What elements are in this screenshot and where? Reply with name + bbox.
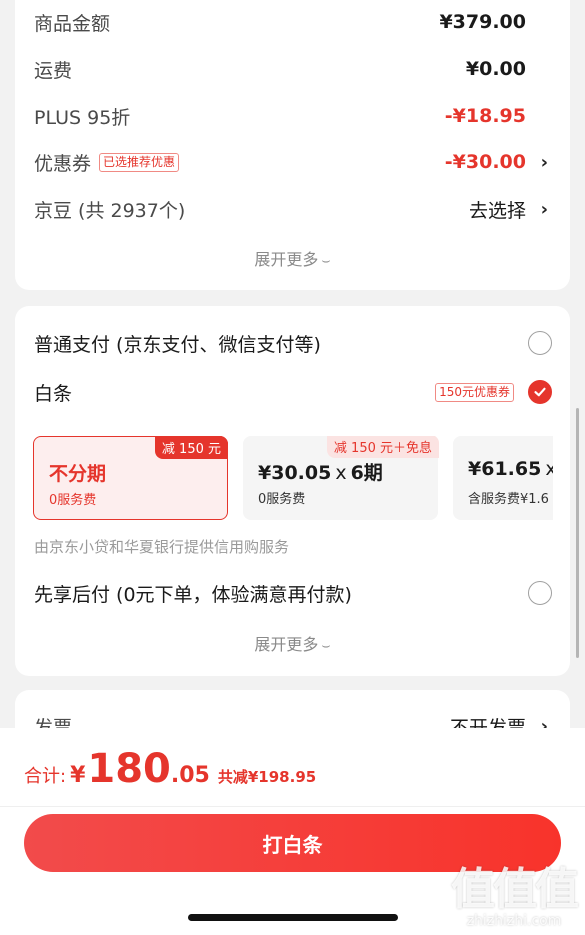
- plan-discount-flag: 减 150 元: [154, 436, 228, 459]
- price-row-jingdou[interactable]: 京豆 (共 2937个) 去选择 ›: [34, 193, 548, 225]
- total-saved: 共减¥198.95: [217, 768, 317, 786]
- scrollbar[interactable]: [576, 408, 579, 658]
- payment-option-pay-later[interactable]: 先享后付 (0元下单，体验满意再付款): [34, 576, 552, 610]
- plan-title: ¥61.65 x: [468, 458, 553, 480]
- plan-12-installments[interactable]: ¥61.65 x 含服务费¥1.6: [453, 436, 553, 520]
- checkout-footer: 合计: ¥ 180 .05 共减¥198.95 打白条 值值值 zhizhizh…: [0, 728, 585, 935]
- plan-discount-flag: 减 150 元＋免息: [326, 436, 439, 458]
- pay-later-label: 先享后付 (0元下单，体验满意再付款): [34, 583, 352, 606]
- shipping-label: 运费: [34, 59, 73, 82]
- baitiao-label: 白条: [34, 382, 73, 405]
- payment-option-normal[interactable]: 普通支付 (京东支付、微信支付等): [34, 326, 552, 360]
- jingdou-label: 京豆 (共 2937个): [34, 199, 186, 222]
- jingdou-select-text: 去选择: [468, 199, 526, 222]
- price-row-shipping: 运费 ¥0.00 ›: [34, 53, 548, 85]
- order-total: 合计: ¥ 180 .05 共减¥198.95: [24, 746, 316, 792]
- total-label: 合计:: [24, 766, 67, 787]
- price-row-coupon[interactable]: 优惠券 已选推荐优惠 -¥30.00 ›: [34, 146, 548, 178]
- total-amount-decimal: .05: [170, 763, 210, 788]
- goods-amount-label: 商品金额: [34, 12, 111, 35]
- plan-fee: 0服务费: [49, 493, 97, 508]
- plus-discount-value: -¥18.95: [444, 105, 526, 127]
- chevron-down-icon: ⌣: [321, 638, 331, 654]
- home-indicator[interactable]: [188, 914, 398, 921]
- goods-amount-value: ¥379.00: [439, 11, 526, 33]
- plan-no-installment[interactable]: 减 150 元 不分期 0服务费: [33, 436, 228, 520]
- coupon-label: 优惠券: [34, 152, 92, 175]
- price-row-plus-discount: PLUS 95折 -¥18.95 ›: [34, 100, 548, 132]
- radio-baitiao-checked[interactable]: [528, 380, 552, 404]
- baitiao-coupon-badge: 150元优惠券: [435, 382, 514, 402]
- plan-title: ¥30.05 x 6期: [258, 462, 383, 484]
- price-summary-card: 商品金额 ¥379.00 › 运费 ¥0.00 › PLUS 95折 -¥18.…: [15, 0, 570, 290]
- price-row-goods: 商品金额 ¥379.00 ›: [34, 6, 548, 38]
- plan-fee: 含服务费¥1.6: [468, 492, 549, 507]
- total-amount-integer: 180: [87, 746, 171, 792]
- radio-pay-later[interactable]: [528, 581, 552, 605]
- chevron-down-icon: ⌣: [321, 253, 331, 269]
- check-icon: [534, 387, 546, 397]
- radio-normal-payment[interactable]: [528, 331, 552, 355]
- divider: [0, 806, 585, 807]
- installment-plans: 减 150 元 不分期 0服务费 减 150 元＋免息 ¥30.05 x 6期 0服…: [33, 436, 553, 520]
- expand-more-price[interactable]: 展开更多 ⌣: [15, 246, 570, 270]
- shipping-value: ¥0.00: [465, 58, 526, 80]
- plan-6-installments[interactable]: 减 150 元＋免息 ¥30.05 x 6期 0服务费: [243, 436, 439, 520]
- credit-provider-note: 由京东小贷和华夏银行提供信用购服务: [34, 538, 290, 556]
- payment-option-baitiao[interactable]: 白条 150元优惠券: [34, 375, 552, 409]
- payment-method-card: 普通支付 (京东支付、微信支付等) 白条 150元优惠券 减 150 元 不分期…: [15, 306, 570, 676]
- watermark-logo: 值值值 zhizhizhi.com: [451, 864, 579, 929]
- coupon-value: -¥30.00: [444, 151, 526, 173]
- expand-more-payment[interactable]: 展开更多 ⌣: [15, 631, 570, 655]
- normal-payment-label: 普通支付 (京东支付、微信支付等): [34, 333, 321, 356]
- chevron-right-icon: ›: [540, 198, 548, 220]
- plus-discount-label: PLUS 95折: [34, 106, 131, 129]
- plan-title: 不分期: [49, 463, 107, 485]
- coupon-recommended-tag: 已选推荐优惠: [99, 152, 180, 172]
- total-currency: ¥: [70, 763, 86, 788]
- chevron-right-icon: ›: [540, 151, 548, 173]
- plan-fee: 0服务费: [258, 492, 306, 507]
